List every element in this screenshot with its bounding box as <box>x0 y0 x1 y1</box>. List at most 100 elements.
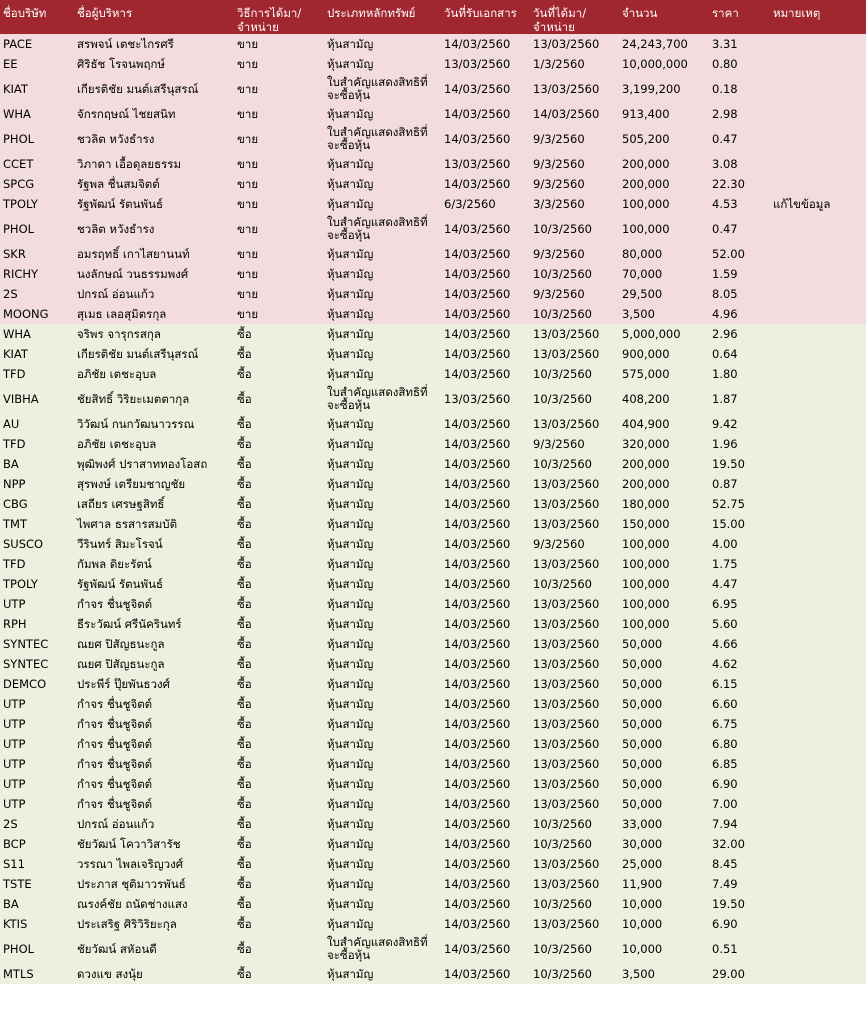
cell-security-type: ใบสำคัญแสดงสิทธิที่จะซื้อหุ้น <box>327 215 428 242</box>
cell-method: ขาย <box>237 306 259 321</box>
cell-received-date: 14/03/2560 <box>444 476 511 491</box>
cell-received-date: 14/03/2560 <box>444 816 511 831</box>
cell-method: ซื้อ <box>237 736 252 751</box>
cell-executive: อมรฤทธิ์ เกาไสยานนท์ <box>77 246 190 261</box>
cell-company: TSTE <box>3 876 32 891</box>
cell-transaction-date: 13/03/2560 <box>533 676 600 691</box>
cell-amount: 100,000 <box>622 596 670 611</box>
cell-method: ซื้อ <box>237 496 252 511</box>
cell-amount: 100,000 <box>622 616 670 631</box>
cell-amount: 29,500 <box>622 286 663 301</box>
cell-security-type: หุ้นสามัญ <box>327 776 374 791</box>
cell-executive: พุฒิพงศ์ ปราสาททองโอสถ <box>77 456 208 471</box>
cell-price: 0.87 <box>712 476 738 491</box>
cell-executive: รัฐพล ชื่นสมจิตต์ <box>77 176 160 191</box>
cell-amount: 575,000 <box>622 366 670 381</box>
table-row: EE ศิริธัช โรจนพฤกษ์ ขาย หุ้นสามัญ 13/03/256… <box>0 54 866 74</box>
cell-received-date: 6/3/2560 <box>444 196 496 211</box>
cell-company: PHOL <box>3 221 35 236</box>
cell-amount: 50,000 <box>622 756 663 771</box>
cell-executive: รัฐพัฒน์ รัตนพันธ์ <box>77 196 163 211</box>
cell-company: S11 <box>3 856 25 871</box>
cell-amount: 100,000 <box>622 536 670 551</box>
cell-price: 6.75 <box>712 716 738 731</box>
cell-amount: 50,000 <box>622 656 663 671</box>
cell-amount: 50,000 <box>622 736 663 751</box>
cell-method: ขาย <box>237 246 259 261</box>
cell-executive: เกียรติชัย มนต์เสรีนุสรณ์ <box>77 346 199 361</box>
cell-amount: 100,000 <box>622 576 670 591</box>
cell-executive: ปกรณ์ อ่อนแก้ว <box>77 286 155 301</box>
cell-remark <box>770 554 866 574</box>
table-row: WHA จักรกฤษณ์ ไชยสนิท ขาย หุ้นสามัญ 14/03/25… <box>0 104 866 124</box>
table-row: CCET วิภาดา เอื้อดุลยธรรม ขาย หุ้นสามัญ 13/0… <box>0 154 866 174</box>
header-security-type: ประเภทหลักทรัพย์ <box>327 6 416 20</box>
cell-transaction-date: 9/3/2560 <box>533 246 585 261</box>
table-row: TMT ไพศาล ธรสารสมบัติ ซื้อ หุ้นสามัญ 14/03/2… <box>0 514 866 534</box>
cell-transaction-date: 10/3/2560 <box>533 896 592 911</box>
cell-security-type: หุ้นสามัญ <box>327 436 374 451</box>
cell-price: 1.87 <box>712 391 738 406</box>
cell-security-type: หุ้นสามัญ <box>327 346 374 361</box>
cell-amount: 50,000 <box>622 676 663 691</box>
cell-security-type: หุ้นสามัญ <box>327 616 374 631</box>
table-row: TSTE ประภาส ชุติมาวรพันธ์ ซื้อ หุ้นสามัญ 14/… <box>0 874 866 894</box>
cell-company: RICHY <box>3 266 39 281</box>
cell-transaction-date: 13/03/2560 <box>533 496 600 511</box>
cell-method: ซื้อ <box>237 456 252 471</box>
cell-received-date: 14/03/2560 <box>444 756 511 771</box>
cell-received-date: 13/03/2560 <box>444 156 511 171</box>
cell-company: 2S <box>3 286 18 301</box>
cell-price: 7.49 <box>712 876 738 891</box>
table-row: NPP สุรพงษ์ เตรียมชาญชัย ซื้อ หุ้นสามัญ 14/0… <box>0 474 866 494</box>
cell-transaction-date: 13/03/2560 <box>533 736 600 751</box>
cell-security-type: หุ้นสามัญ <box>327 916 374 931</box>
cell-method: ซื้อ <box>237 516 252 531</box>
cell-company: KIAT <box>3 346 28 361</box>
cell-price: 7.94 <box>712 816 738 831</box>
cell-method: ซื้อ <box>237 716 252 731</box>
cell-security-type: หุ้นสามัญ <box>327 156 374 171</box>
cell-method: ขาย <box>237 36 259 51</box>
cell-received-date: 14/03/2560 <box>444 221 511 236</box>
cell-amount: 50,000 <box>622 636 663 651</box>
cell-price: 4.53 <box>712 196 738 211</box>
cell-method: ซื้อ <box>237 676 252 691</box>
cell-remark <box>770 324 866 344</box>
cell-method: ซื้อ <box>237 576 252 591</box>
cell-company: UTP <box>3 596 26 611</box>
cell-transaction-date: 13/03/2560 <box>533 856 600 871</box>
cell-method: ซื้อ <box>237 696 252 711</box>
cell-amount: 10,000 <box>622 896 663 911</box>
cell-received-date: 14/03/2560 <box>444 36 511 51</box>
header-method: วิธีการได้มา/จำหน่าย <box>237 6 302 34</box>
cell-company: SYNTEC <box>3 636 49 651</box>
cell-amount: 3,500 <box>622 966 655 981</box>
insider-trades-table: ชื่อบริษัท ชื่อผู้บริหาร วิธีการได้มา/จำ… <box>0 0 866 984</box>
cell-price: 8.45 <box>712 856 738 871</box>
cell-price: 7.00 <box>712 796 738 811</box>
cell-transaction-date: 10/3/2560 <box>533 391 592 406</box>
header-price: ราคา <box>712 6 739 20</box>
header-company: ชื่อบริษัท <box>3 6 47 20</box>
cell-company: SUSCO <box>3 536 44 551</box>
cell-received-date: 14/03/2560 <box>444 346 511 361</box>
cell-company: SKR <box>3 246 26 261</box>
cell-company: KIAT <box>3 81 28 96</box>
cell-security-type: ใบสำคัญแสดงสิทธิที่จะซื้อหุ้น <box>327 385 428 412</box>
cell-method: ขาย <box>237 266 259 281</box>
cell-received-date: 14/03/2560 <box>444 616 511 631</box>
cell-price: 52.75 <box>712 496 745 511</box>
cell-executive: วิวัฒน์ กนกวัฒนาวรรณ <box>77 416 195 431</box>
cell-transaction-date: 13/03/2560 <box>533 346 600 361</box>
cell-executive: ณยศ ปิสัญธนะกูล <box>77 636 165 651</box>
cell-price: 4.96 <box>712 306 738 321</box>
cell-transaction-date: 3/3/2560 <box>533 196 585 211</box>
cell-amount: 80,000 <box>622 246 663 261</box>
cell-method: ซื้อ <box>237 536 252 551</box>
cell-price: 6.80 <box>712 736 738 751</box>
cell-security-type: หุ้นสามัญ <box>327 896 374 911</box>
cell-executive: วิภาดา เอื้อดุลยธรรม <box>77 156 182 171</box>
cell-executive: ศิริธัช โรจนพฤกษ์ <box>77 56 165 71</box>
table-header-row: ชื่อบริษัท ชื่อผู้บริหาร วิธีการได้มา/จำ… <box>0 0 866 34</box>
